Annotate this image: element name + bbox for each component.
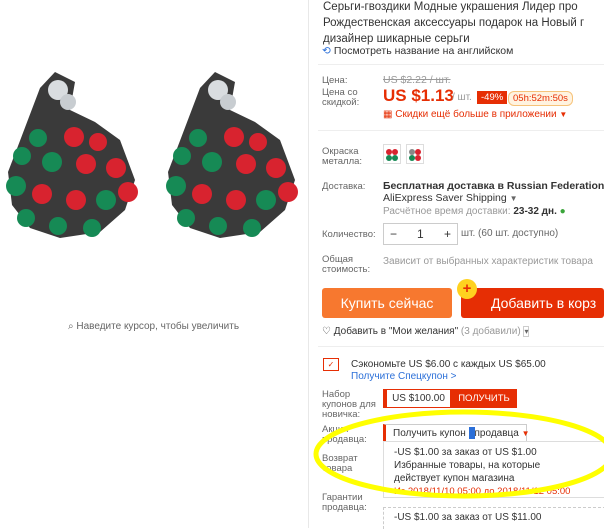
delivery-eta: Расчётное время доставки: 23-32 дн. ● xyxy=(383,206,566,217)
earring-right xyxy=(166,72,298,238)
highlight-ellipse xyxy=(313,409,604,499)
quantity-label: Количество: xyxy=(322,229,376,240)
divider xyxy=(318,130,604,131)
shipping-method-text[interactable]: AliExpress Saver Shipping xyxy=(383,192,507,204)
quantity-input[interactable]: 1 xyxy=(417,227,424,241)
app-deal-text[interactable]: Скидки ещё больше в приложении xyxy=(395,109,556,120)
zoom-hint-text: Наведите курсор, чтобы увеличить xyxy=(76,321,240,332)
shipping-method[interactable]: AliExpress Saver Shipping ▼ xyxy=(383,192,518,204)
eta-label: Расчётное время доставки: xyxy=(383,206,511,217)
color-swatch-1[interactable] xyxy=(383,144,401,164)
app-deal-link[interactable]: ▦ Скидки ещё больше в приложении ▼ xyxy=(383,109,567,120)
coupon-2-line-1[interactable]: -US $1.00 за заказ от US $11.00 xyxy=(394,512,542,523)
wishlist-text[interactable]: Добавить в "Мои желания" xyxy=(334,326,458,337)
cart-plus-icon: + xyxy=(457,279,477,299)
heart-icon: ♡ xyxy=(322,326,331,337)
quantity-stepper[interactable]: − 1 + xyxy=(383,223,458,245)
title-line: Рождественская аксессуары подарок на Нов… xyxy=(323,17,585,29)
save-offer: ✓ Сэкономьте US $6.00 с каждых US $65.00 xyxy=(323,358,546,371)
title-line: Серьги-гвоздики Модные украшения Лидер п… xyxy=(323,1,578,13)
buy-now-button[interactable]: Купить сейчас xyxy=(322,288,452,318)
add-to-cart-button[interactable]: Добавить в корз xyxy=(461,288,604,318)
divider xyxy=(318,346,604,347)
wishlist-link[interactable]: ♡ Добавить в "Мои желания" (3 добавили) … xyxy=(322,326,530,337)
discount-price-label-2: скидкой: xyxy=(322,97,360,108)
color-swatch-2[interactable] xyxy=(406,144,424,164)
help-icon[interactable]: ● xyxy=(560,206,566,217)
earring-left xyxy=(6,72,138,238)
qr-icon: ▦ xyxy=(383,109,393,120)
get-special-coupon-link[interactable]: Получите Спецкупон > xyxy=(351,371,457,382)
coupon-icon: ✓ xyxy=(323,358,339,371)
product-image[interactable] xyxy=(0,60,308,260)
color-label-2: металла: xyxy=(322,156,363,167)
shipping-free: Бесплатная доставка в Russian Federation xyxy=(383,180,604,192)
add-to-cart-label[interactable]: Добавить в корз xyxy=(491,295,596,311)
translate-link[interactable]: ⟲ Посмотреть название на английском xyxy=(322,45,513,57)
zoom-hint: ⌕ Наведите курсор, чтобы увеличить xyxy=(68,321,239,332)
new-user-coupon-amount: US $100.00 xyxy=(383,389,451,408)
save-offer-text: Сэкономьте US $6.00 с каждых US $65.00 xyxy=(351,359,546,371)
product-title: Серьги-гвоздики Модные украшения Лидер п… xyxy=(323,0,604,47)
total-label-2: стоимость: xyxy=(322,264,371,275)
get-coupon-button[interactable]: ПОЛУЧИТЬ xyxy=(451,389,517,408)
divider xyxy=(318,64,604,65)
current-price: US $1.13 xyxy=(383,86,454,105)
eta-value: 23-32 дн. xyxy=(513,206,557,217)
total-value: Зависит от выбранных характеристик товар… xyxy=(383,256,593,267)
earring-thumb-icon xyxy=(409,149,421,161)
wishlist-count: (3 добавили) xyxy=(460,326,521,337)
shipping-label: Доставка: xyxy=(322,181,366,192)
translate-icon: ⟲ xyxy=(322,45,331,57)
chevron-down-icon[interactable]: ▾ xyxy=(523,326,530,337)
quantity-plus-button[interactable]: + xyxy=(444,227,451,241)
magnifier-icon: ⌕ xyxy=(68,321,74,332)
price-unit: / шт. xyxy=(452,92,472,103)
quantity-minus-button[interactable]: − xyxy=(390,227,397,241)
chevron-down-icon: ▼ xyxy=(509,194,518,203)
price-label: Цена: xyxy=(322,75,348,86)
countdown-timer: 05h:52m:50s xyxy=(508,91,573,106)
guarantee-label-2: продавца: xyxy=(322,502,367,513)
translate-link-text[interactable]: Посмотреть название на английском xyxy=(334,45,514,57)
chevron-down-icon: ▼ xyxy=(559,110,568,119)
product-gallery[interactable]: ⌕ Наведите курсор, чтобы увеличить xyxy=(0,0,308,528)
quantity-available: шт. (60 шт. доступно) xyxy=(461,228,559,239)
old-price: US $2.22 / шт. xyxy=(383,74,451,86)
earring-thumb-icon xyxy=(386,149,398,161)
discount-badge: -49% xyxy=(477,91,508,104)
